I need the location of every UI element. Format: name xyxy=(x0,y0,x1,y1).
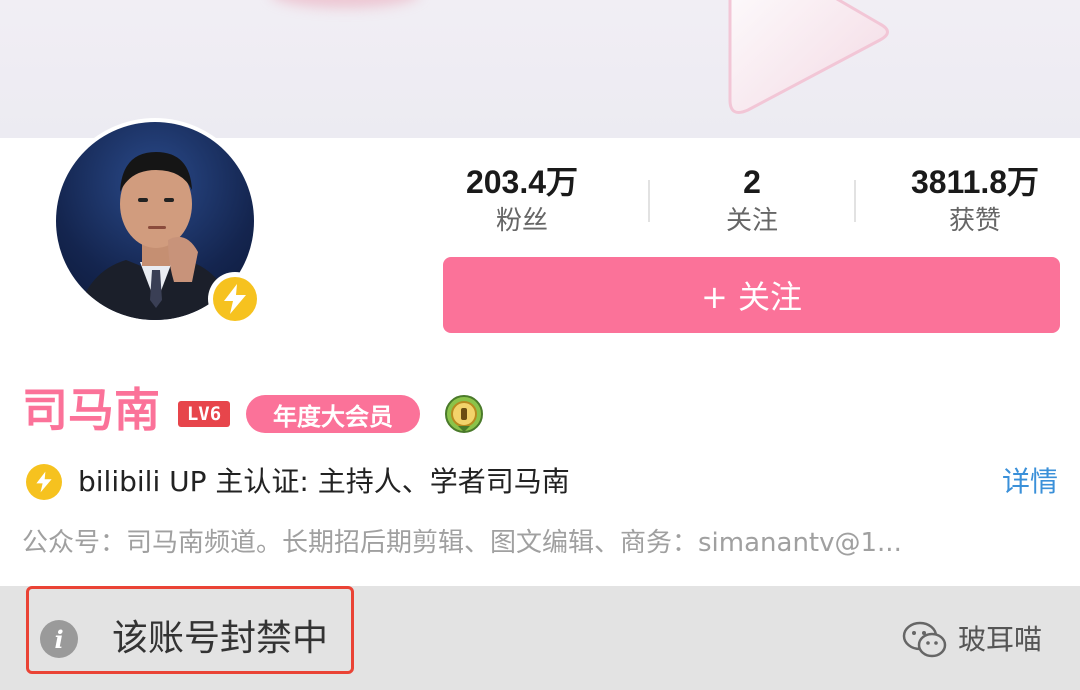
following-count: 2 xyxy=(743,164,761,200)
profile-stats: 203.4万 粉丝 2 关注 3811.8万 获赞 xyxy=(412,162,1080,242)
level-badge: LV6 xyxy=(178,401,230,427)
play-logo-decoration xyxy=(728,0,889,114)
likes-count: 3811.8万 xyxy=(910,164,1040,200)
profile-bio[interactable]: 公众号：司马南频道。长期招后期剪辑、图文编辑、商务：simanantv@1... xyxy=(22,524,1062,562)
medal-icon[interactable] xyxy=(442,392,486,436)
watermark: 玻耳喵 xyxy=(902,620,1042,660)
vip-badge[interactable]: 年度大会员 xyxy=(246,395,420,433)
stat-divider xyxy=(854,180,856,222)
certification-text: bilibili UP 主认证: 主持人、学者司马南 xyxy=(78,465,570,498)
stat-following[interactable]: 2 关注 xyxy=(642,162,862,238)
stat-followers[interactable]: 203.4万 粉丝 xyxy=(412,162,632,238)
watermark-text: 玻耳喵 xyxy=(957,623,1042,656)
banner-decoration xyxy=(270,0,420,8)
lightning-icon xyxy=(224,284,246,314)
profile-name: 司马南 xyxy=(22,383,160,437)
verified-badge xyxy=(208,272,262,326)
followers-count: 203.4万 xyxy=(465,164,579,200)
info-icon: i xyxy=(40,620,78,658)
wechat-icon xyxy=(902,621,947,658)
follow-button[interactable]: + 关注 xyxy=(443,257,1060,333)
ban-notice-text: 该账号封禁中 xyxy=(112,618,329,659)
profile-page: 203.4万 粉丝 2 关注 3811.8万 获赞 + 关注 司马南 LV6 年… xyxy=(0,0,1080,690)
likes-label: 获赞 xyxy=(948,206,1001,236)
stat-likes[interactable]: 3811.8万 获赞 xyxy=(865,162,1080,238)
following-label: 关注 xyxy=(725,206,778,236)
followers-label: 粉丝 xyxy=(495,206,548,236)
certification-detail-link[interactable]: 详情 xyxy=(1002,462,1058,502)
certification-icon xyxy=(26,464,62,500)
